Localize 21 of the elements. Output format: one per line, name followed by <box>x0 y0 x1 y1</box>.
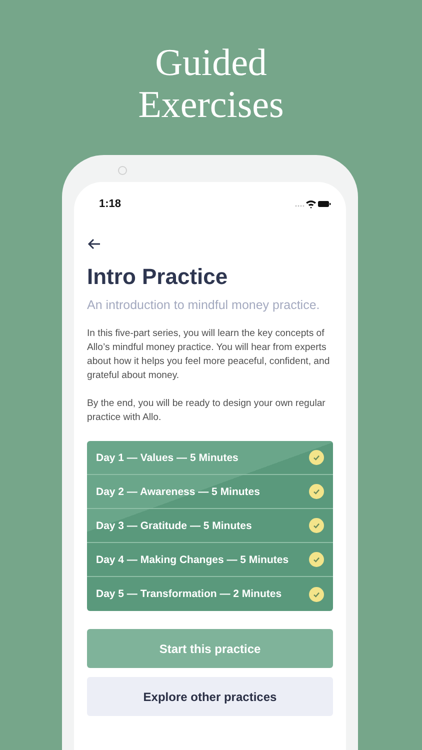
day-row[interactable]: Day 5 — Transformation — 2 Minutes <box>87 577 333 611</box>
status-time: 1:18 <box>99 198 122 210</box>
day-row[interactable]: Day 4 — Making Changes — 5 Minutes <box>87 543 333 577</box>
day-row[interactable]: Day 2 — Awareness — 5 Minutes <box>87 475 333 509</box>
day-label: Day 1 — Values — 5 Minutes <box>96 452 238 464</box>
day-label: Day 3 — Gratitude — 5 Minutes <box>96 520 252 532</box>
headline: Guided Exercises <box>137 41 285 118</box>
start-button[interactable]: Start this practice <box>87 629 333 668</box>
description-paragraph: By the end, you will be ready to design your own regular practice with Allo. <box>87 397 326 425</box>
description-paragraph: In this five-part series, you will learn the key concepts of Allo’s mindful money practice. You will hear from experts about how it helps you feel more peaceful, confident, and grateful about money. <box>87 327 331 383</box>
day-row[interactable]: Day 1 — Values — 5 Minutes <box>87 441 333 475</box>
back-arrow-icon[interactable] <box>87 238 101 250</box>
practice-title: Intro Practice <box>87 264 229 290</box>
day-label: Day 4 — Making Changes — 5 Minutes <box>96 554 289 566</box>
day-label: Day 5 — Transformation — 2 Minutes <box>96 588 282 600</box>
day-row[interactable]: Day 3 — Gratitude — 5 Minutes <box>87 509 333 543</box>
practice-subtitle: An introduction to mindful money practice. <box>87 298 321 312</box>
day-label: Day 2 — Awareness — 5 Minutes <box>96 486 260 498</box>
explore-button[interactable]: Explore other practices <box>87 677 333 716</box>
camera-icon <box>118 166 127 175</box>
status-icons <box>295 199 331 209</box>
